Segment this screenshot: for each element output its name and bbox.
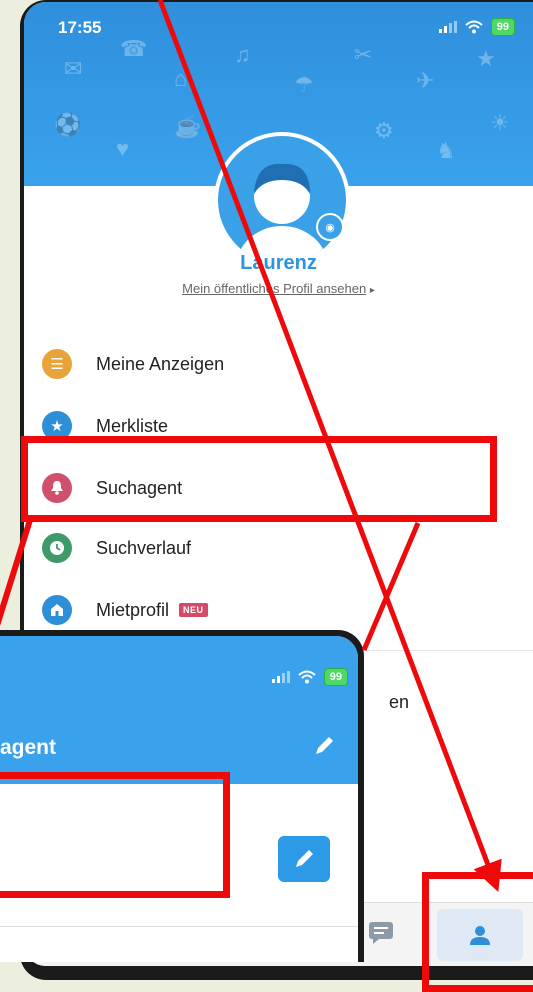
inset-header: 99 agent — [0, 636, 358, 784]
highlight-box-suchagent — [21, 436, 497, 522]
chat-icon — [369, 922, 393, 944]
edit-icon[interactable] — [312, 734, 336, 763]
wifi-icon — [465, 20, 483, 34]
pattern-icon: ⚽ — [54, 112, 82, 137]
inset-divider — [0, 926, 358, 927]
menu-item-label-partial: en — [389, 692, 410, 712]
pattern-icon: ☀ — [490, 110, 510, 135]
pattern-icon: ⚙ — [374, 118, 394, 143]
tab-messages[interactable] — [368, 921, 394, 950]
status-time: 17:55 — [58, 18, 102, 37]
highlight-box-inset — [0, 772, 230, 898]
pattern-icon: ♞ — [436, 138, 456, 163]
menu-item-label: Suchverlauf — [96, 537, 192, 558]
highlight-box-profile-tab — [422, 872, 533, 992]
inset-status-indicators: 99 — [271, 668, 348, 686]
menu-item-meine-anzeigen[interactable]: ☰ Meine Anzeigen — [42, 342, 224, 386]
pattern-icon: ✈ — [416, 68, 435, 93]
camera-icon[interactable]: ◉ — [316, 213, 344, 241]
new-badge: NEU — [179, 603, 208, 617]
pattern-icon: ♥ — [116, 136, 130, 161]
status-indicators: 99 — [438, 18, 515, 36]
clock-icon — [42, 533, 72, 563]
menu-item-label: Mietprofil — [96, 599, 170, 620]
chevron-right-icon: ▸ — [369, 285, 375, 296]
pattern-icon: ♫ — [234, 42, 251, 67]
menu-item-mietprofil[interactable]: Mietprofil NEU — [42, 588, 208, 632]
inset-page-title: agent — [0, 736, 57, 759]
pattern-icon: ☕ — [174, 114, 202, 139]
menu-item-label: Merkliste — [96, 415, 169, 436]
signal-icon — [271, 671, 290, 683]
list-icon: ☰ — [42, 349, 72, 379]
pattern-icon: ☂ — [294, 72, 314, 97]
avatar[interactable] — [214, 132, 350, 268]
menu-item-suchverlauf[interactable]: Suchverlauf — [42, 526, 191, 570]
wifi-icon — [298, 670, 316, 684]
house-icon — [42, 595, 72, 625]
public-profile-link-label: Mein öffentliches Profil ansehen — [182, 281, 367, 296]
pattern-icon: ✂ — [354, 42, 373, 67]
signal-icon — [438, 21, 457, 33]
status-bar: 17:55 99 — [24, 16, 533, 44]
pencil-icon — [296, 850, 313, 867]
public-profile-link[interactable]: Mein öffentliches Profil ansehen ▸ — [24, 281, 533, 296]
battery-indicator: 99 — [490, 18, 515, 36]
menu-item-label: Meine Anzeigen — [96, 353, 225, 374]
pattern-icon: ✉ — [64, 56, 83, 81]
user-avatar-icon — [236, 163, 328, 264]
battery-indicator: 99 — [323, 668, 348, 686]
profile-name: Laurenz — [240, 252, 317, 274]
pattern-icon: ⌂ — [174, 66, 188, 91]
edit-search-agent-button[interactable] — [278, 836, 330, 882]
pattern-icon: ★ — [476, 46, 496, 71]
